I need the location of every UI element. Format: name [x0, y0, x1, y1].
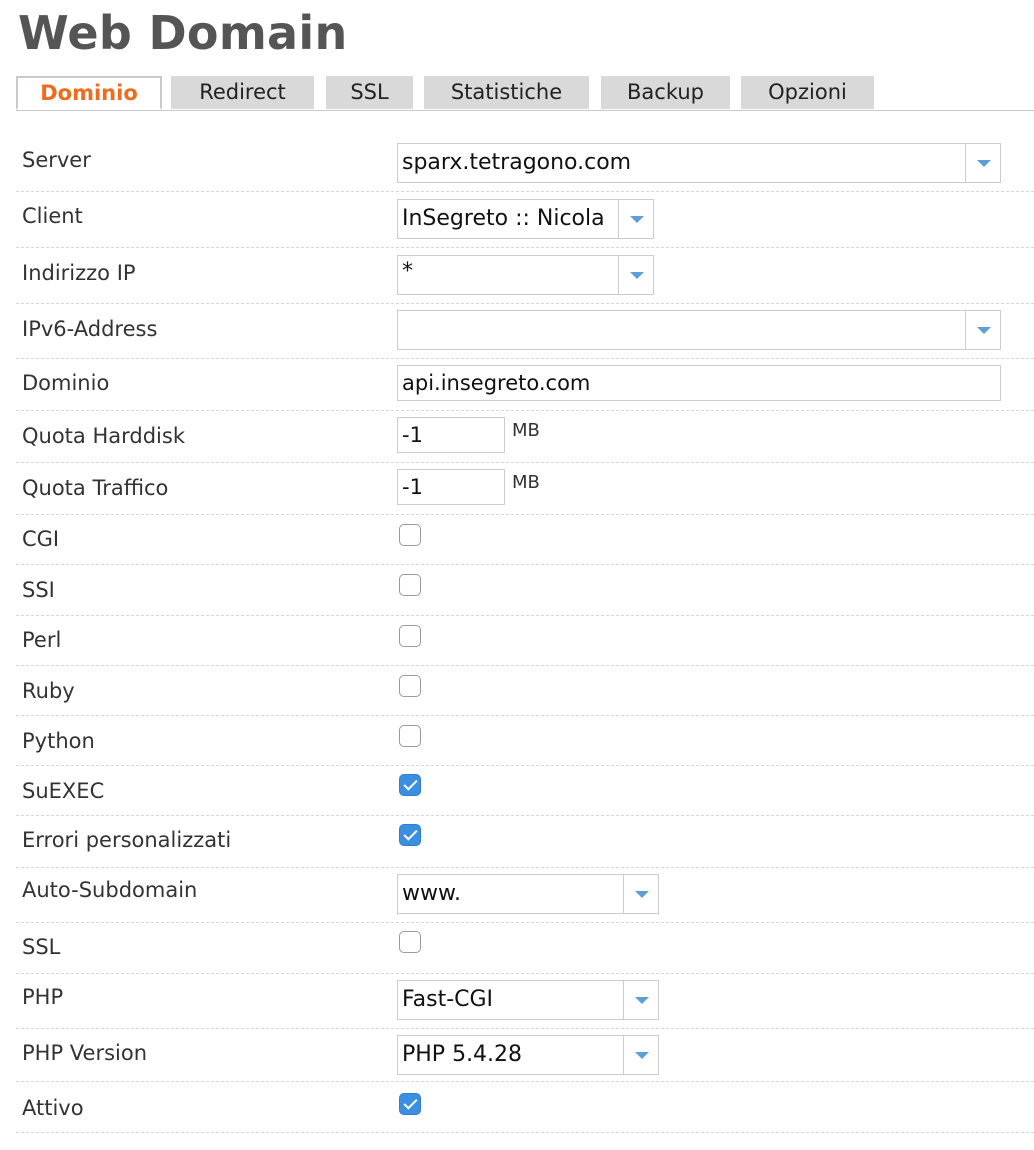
- row-client: Client InSegreto :: Nicola: [16, 191, 1034, 248]
- row-domain: Dominio: [16, 358, 1034, 411]
- chevron-down-icon[interactable]: [623, 1036, 658, 1074]
- cgi-label: CGI: [22, 527, 60, 551]
- attivo-checkbox[interactable]: [399, 1093, 421, 1115]
- php-select[interactable]: Fast-CGI: [397, 980, 659, 1020]
- ip-label: Indirizzo IP: [22, 261, 136, 285]
- row-quota-harddisk: Quota Harddisk MB: [16, 410, 1034, 463]
- tab-opzioni[interactable]: Opzioni: [741, 76, 874, 109]
- errori-label: Errori personalizzati: [22, 828, 232, 852]
- quota-harddisk-input[interactable]: [397, 417, 505, 453]
- php-version-select[interactable]: PHP 5.4.28: [397, 1035, 659, 1075]
- quota-harddisk-label: Quota Harddisk: [22, 424, 185, 448]
- ruby-label: Ruby: [22, 679, 75, 703]
- ip-select[interactable]: *: [397, 255, 654, 295]
- ipv6-select[interactable]: [397, 310, 1001, 350]
- chevron-down-icon[interactable]: [623, 875, 658, 913]
- errori-checkbox[interactable]: [399, 824, 421, 846]
- row-php: PHP Fast-CGI: [16, 973, 1034, 1029]
- tab-dominio[interactable]: Dominio: [16, 76, 162, 110]
- row-quota-traffico: Quota Traffico MB: [16, 462, 1034, 515]
- suexec-label: SuEXEC: [22, 779, 105, 803]
- row-perl: Perl: [16, 615, 1034, 666]
- ssl-label: SSL: [22, 935, 61, 959]
- server-select[interactable]: sparx.tetragono.com: [397, 143, 1001, 183]
- ssi-label: SSI: [22, 578, 55, 602]
- chevron-down-icon[interactable]: [965, 311, 1000, 349]
- row-ipv6: IPv6-Address: [16, 303, 1034, 359]
- ssl-checkbox[interactable]: [399, 931, 421, 953]
- row-ip: Indirizzo IP *: [16, 247, 1034, 304]
- perl-label: Perl: [22, 628, 62, 652]
- row-suexec: SuEXEC: [16, 765, 1034, 816]
- row-ssi: SSI: [16, 564, 1034, 616]
- server-value: sparx.tetragono.com: [402, 150, 632, 175]
- ip-value: *: [402, 259, 413, 284]
- tab-underline: [16, 110, 1034, 111]
- chevron-down-icon[interactable]: [618, 256, 653, 294]
- php-label: PHP: [22, 985, 64, 1009]
- row-ruby: Ruby: [16, 665, 1034, 716]
- row-auto-subdomain: Auto-Subdomain www.: [16, 867, 1034, 923]
- domain-input[interactable]: [397, 365, 1001, 401]
- quota-traffico-input[interactable]: [397, 469, 505, 505]
- row-cgi: CGI: [16, 514, 1034, 565]
- suexec-checkbox[interactable]: [399, 774, 421, 796]
- row-php-version: PHP Version PHP 5.4.28: [16, 1028, 1034, 1082]
- client-label: Client: [22, 204, 83, 228]
- client-value: InSegreto :: Nicola: [402, 206, 605, 231]
- row-errori: Errori personalizzati: [16, 815, 1034, 868]
- ipv6-label: IPv6-Address: [22, 317, 158, 341]
- tab-ssl[interactable]: SSL: [326, 76, 413, 109]
- domain-label: Dominio: [22, 371, 110, 395]
- attivo-label: Attivo: [22, 1096, 84, 1120]
- tab-redirect[interactable]: Redirect: [171, 76, 314, 109]
- quota-traffico-unit: MB: [512, 472, 540, 493]
- row-server: Server sparx.tetragono.com: [16, 139, 1034, 192]
- auto-subdomain-value: www.: [402, 881, 461, 906]
- ssi-checkbox[interactable]: [399, 574, 421, 596]
- auto-subdomain-select[interactable]: www.: [397, 874, 659, 914]
- row-python: Python: [16, 715, 1034, 766]
- ruby-checkbox[interactable]: [399, 675, 421, 697]
- tab-backup[interactable]: Backup: [601, 76, 730, 109]
- php-value: Fast-CGI: [402, 987, 494, 1012]
- page-title: Web Domain: [18, 6, 348, 60]
- tab-statistiche[interactable]: Statistiche: [424, 76, 589, 109]
- row-ssl: SSL: [16, 922, 1034, 974]
- tab-bar: Dominio Redirect SSL Statistiche Backup …: [16, 76, 1034, 110]
- php-version-label: PHP Version: [22, 1041, 148, 1065]
- chevron-down-icon[interactable]: [623, 981, 658, 1019]
- python-label: Python: [22, 729, 95, 753]
- chevron-down-icon[interactable]: [618, 200, 653, 238]
- row-attivo: Attivo: [16, 1081, 1034, 1133]
- quota-harddisk-unit: MB: [512, 420, 540, 441]
- chevron-down-icon[interactable]: [965, 144, 1000, 182]
- server-label: Server: [22, 148, 91, 172]
- client-select[interactable]: InSegreto :: Nicola: [397, 199, 654, 239]
- quota-traffico-label: Quota Traffico: [22, 476, 169, 500]
- php-version-value: PHP 5.4.28: [402, 1042, 523, 1067]
- python-checkbox[interactable]: [399, 725, 421, 747]
- auto-subdomain-label: Auto-Subdomain: [22, 878, 198, 902]
- cgi-checkbox[interactable]: [399, 524, 421, 546]
- perl-checkbox[interactable]: [399, 625, 421, 647]
